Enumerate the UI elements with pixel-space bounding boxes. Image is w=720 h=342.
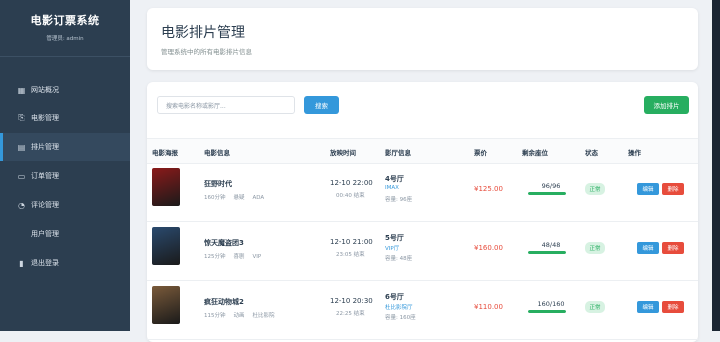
sidebar-item-label: 排片管理 bbox=[31, 143, 59, 151]
ticket-price: ¥125.00 bbox=[474, 185, 503, 193]
movie-poster bbox=[152, 168, 180, 206]
column-header: 电影海报 bbox=[152, 149, 178, 157]
seat-progress-fill bbox=[528, 310, 566, 313]
sidebar-item-label: 订单管理 bbox=[31, 172, 59, 180]
start-time: 12-10 20:30 bbox=[330, 297, 373, 305]
movie-title: 惊天魔盗团3 bbox=[204, 239, 244, 247]
movie-poster bbox=[152, 286, 180, 324]
column-header: 剩余座位 bbox=[522, 149, 548, 157]
delete-button[interactable]: 删除 bbox=[662, 183, 684, 195]
status-badge: 正常 bbox=[585, 183, 605, 195]
column-header: 状态 bbox=[585, 149, 598, 157]
add-schedule-button[interactable]: 添加排片 bbox=[644, 96, 689, 114]
hall-type: IMAX bbox=[385, 185, 399, 191]
seat-progress-fill bbox=[528, 251, 566, 254]
seats-remaining: 160/160 bbox=[537, 300, 565, 308]
seat-progress bbox=[528, 192, 566, 195]
movie-meta: 115分钟 动画 杜比影院 bbox=[204, 313, 275, 319]
start-time: 12-10 22:00 bbox=[330, 179, 373, 187]
ticket-icon: ▭ bbox=[17, 171, 26, 181]
sidebar-item-users[interactable]: 用户管理 bbox=[0, 220, 130, 248]
page-subtitle: 管理系统中的所有电影排片信息 bbox=[161, 48, 252, 56]
end-time: 23:05 结束 bbox=[336, 252, 365, 258]
logout-icon: ▮ bbox=[19, 258, 24, 268]
film-icon: ⎘ bbox=[18, 113, 25, 122]
status-badge: 正常 bbox=[585, 242, 605, 254]
table-row: 疯狂动物城2 115分钟 动画 杜比影院 12-10 20:30 22:25 结束 … bbox=[147, 281, 698, 340]
schedule-table-card: 搜索电影名称或影厅... 搜索 添加排片 电影海报 电影信息 放映时间 影厅信息… bbox=[147, 82, 698, 342]
column-header: 操作 bbox=[628, 149, 641, 157]
sidebar-item-label: 评论管理 bbox=[31, 201, 59, 209]
end-time: 22:25 结束 bbox=[336, 311, 365, 317]
ticket-price: ¥160.00 bbox=[474, 244, 503, 252]
sidebar-item-movies[interactable]: ⎘ 电影管理 bbox=[0, 104, 130, 132]
edit-button[interactable]: 编辑 bbox=[637, 301, 659, 313]
column-header: 放映时间 bbox=[330, 149, 356, 157]
sidebar-item-orders[interactable]: ▭ 订单管理 bbox=[0, 162, 130, 190]
page-title: 电影排片管理 bbox=[161, 25, 245, 41]
brand-title: 电影订票系统 bbox=[30, 14, 100, 27]
edit-button[interactable]: 编辑 bbox=[637, 242, 659, 254]
column-header: 电影信息 bbox=[204, 149, 230, 157]
movie-title: 疯狂动物城2 bbox=[204, 298, 244, 306]
hall-name: 4号厅 bbox=[385, 175, 404, 183]
hall-type: 杜比影院厅 bbox=[385, 305, 413, 311]
edit-button[interactable]: 编辑 bbox=[637, 183, 659, 195]
admin-label: 管理员: admin bbox=[46, 36, 84, 42]
sidebar-item-label: 网站概况 bbox=[31, 86, 59, 94]
sidebar-item-logout[interactable]: ▮ 退出登录 bbox=[0, 249, 130, 277]
seat-progress bbox=[528, 251, 566, 254]
hall-capacity: 容量: 160座 bbox=[385, 315, 416, 321]
movie-meta: 125分钟 喜剧 VIP bbox=[204, 254, 262, 260]
end-time: 00:40 结束 bbox=[336, 193, 365, 199]
delete-button[interactable]: 删除 bbox=[662, 242, 684, 254]
search-input[interactable]: 搜索电影名称或影厅... bbox=[157, 96, 295, 114]
sidebar: 电影订票系统 管理员: admin ▦ 网站概况 ⎘ 电影管理 ▤ 排片管理 ▭… bbox=[0, 0, 130, 331]
column-header: 影厅信息 bbox=[385, 149, 411, 157]
hall-capacity: 容量: 96座 bbox=[385, 197, 413, 203]
hall-name: 5号厅 bbox=[385, 234, 404, 242]
table-row: 惊天魔盗团3 125分钟 喜剧 VIP 12-10 21:00 23:05 结束 5… bbox=[147, 222, 698, 281]
movie-title: 狂野时代 bbox=[204, 180, 232, 188]
dashboard-icon: ▦ bbox=[17, 85, 26, 95]
sidebar-item-overview[interactable]: ▦ 网站概况 bbox=[0, 76, 130, 104]
start-time: 12-10 21:00 bbox=[330, 238, 373, 246]
sidebar-item-label: 用户管理 bbox=[31, 230, 59, 238]
search-button[interactable]: 搜索 bbox=[304, 96, 339, 114]
hall-type: VIP厅 bbox=[385, 246, 400, 252]
hall-capacity: 容量: 48座 bbox=[385, 256, 413, 262]
delete-button[interactable]: 删除 bbox=[662, 301, 684, 313]
table-header: 电影海报 电影信息 放映时间 影厅信息 票价 剩余座位 状态 操作 bbox=[147, 138, 698, 164]
scrollbar[interactable] bbox=[712, 0, 720, 331]
ticket-price: ¥110.00 bbox=[474, 303, 503, 311]
seats-remaining: 48/48 bbox=[541, 241, 561, 249]
schedule-icon: ▤ bbox=[17, 142, 26, 152]
header-card: 电影排片管理 管理系统中的所有电影排片信息 bbox=[147, 8, 698, 70]
sidebar-item-schedule[interactable]: ▤ 排片管理 bbox=[0, 133, 130, 161]
sidebar-item-comments[interactable]: ◔ 评论管理 bbox=[0, 191, 130, 219]
table-row: 狂野时代 160分钟 悬疑 ADA 12-10 22:00 00:40 结束 4号厅… bbox=[147, 163, 698, 222]
seats-remaining: 96/96 bbox=[541, 182, 561, 190]
movie-meta: 160分钟 悬疑 ADA bbox=[204, 195, 265, 201]
comment-icon: ◔ bbox=[18, 200, 25, 210]
sidebar-item-label: 退出登录 bbox=[31, 259, 59, 267]
seat-progress bbox=[528, 310, 566, 313]
hall-name: 6号厅 bbox=[385, 293, 404, 301]
seat-progress-fill bbox=[528, 192, 566, 195]
movie-poster bbox=[152, 227, 180, 265]
column-header: 票价 bbox=[474, 149, 487, 157]
status-badge: 正常 bbox=[585, 301, 605, 313]
sidebar-item-label: 电影管理 bbox=[31, 114, 59, 122]
divider bbox=[0, 56, 130, 57]
